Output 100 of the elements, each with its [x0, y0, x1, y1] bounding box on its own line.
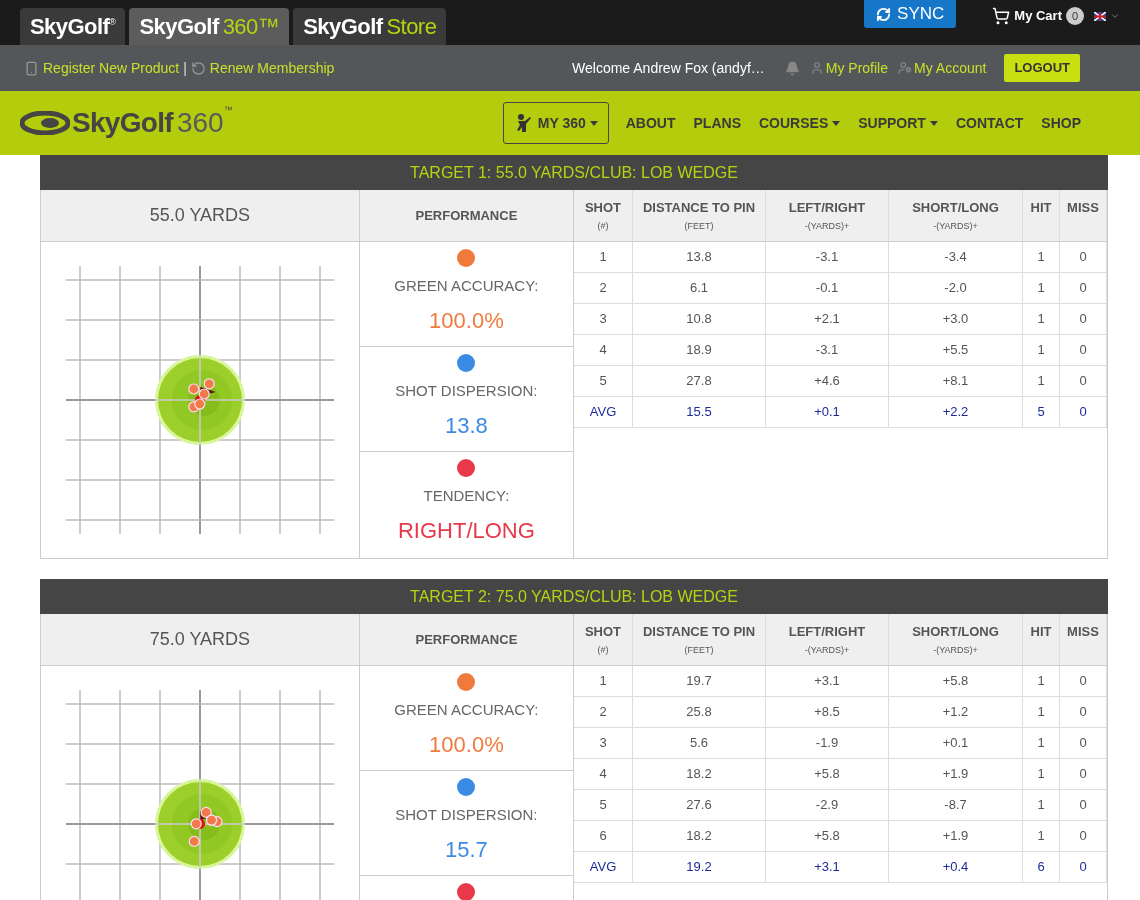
logo-text: SkyGolf [72, 106, 173, 140]
table-cell: +0.4 [889, 852, 1023, 882]
distance-header: 75.0 YARDS [41, 614, 359, 666]
metric-value: 15.7 [445, 835, 488, 864]
table-cell: -8.7 [889, 790, 1023, 820]
table-cell: -2.9 [766, 790, 889, 820]
table-cell: -1.9 [766, 728, 889, 758]
column-title: MISS [1067, 199, 1099, 217]
welcome-text: Welcome Andrew Fox (andyf… [572, 58, 765, 78]
nav-link[interactable]: ABOUT [616, 112, 685, 134]
refresh-icon [190, 60, 206, 76]
column-title: LEFT/RIGHT [788, 199, 866, 217]
table-cell: 6.1 [633, 273, 766, 303]
table-cell: +2.1 [766, 304, 889, 334]
table-cell: 10.8 [633, 304, 766, 334]
table-cell: 0 [1060, 666, 1107, 696]
table-cell: 1 [574, 666, 633, 696]
table-cell: 0 [1060, 728, 1107, 758]
logo-suffix: 360 [176, 106, 224, 140]
table-cell: 19.2 [633, 852, 766, 882]
table-cell: 4 [574, 759, 633, 789]
table-cell: 1 [1023, 666, 1060, 696]
table-cell: 4 [574, 335, 633, 365]
nav-link[interactable]: PLANS [684, 112, 750, 134]
column-title: SHOT [584, 623, 622, 641]
table-cell: +1.9 [889, 759, 1023, 789]
metric-value: 100.0% [429, 730, 504, 759]
table-cell: 2 [574, 697, 633, 727]
account-link[interactable]: Register New Product [24, 57, 180, 79]
column-title: MISS [1067, 623, 1099, 641]
table-cell: 1 [1023, 335, 1060, 365]
column-unit: (FEET) [684, 643, 714, 657]
table-cell: 1 [1023, 273, 1060, 303]
separator: | [183, 58, 187, 78]
caret-icon[interactable] [1110, 11, 1120, 21]
account-link[interactable]: My Profile [809, 57, 888, 79]
table-cell: 1 [1023, 790, 1060, 820]
table-cell: AVG [574, 397, 633, 427]
table-cell: 1 [1023, 697, 1060, 727]
nav-link[interactable]: COURSES [750, 112, 850, 134]
cart-link[interactable]: My Cart [1014, 6, 1062, 26]
metric-label: TENDENCY: [423, 486, 510, 506]
table-cell: 0 [1060, 304, 1107, 334]
table-cell: +5.8 [889, 666, 1023, 696]
metric-label: SHOT DISPERSION: [395, 381, 538, 401]
site-tab[interactable]: SkyGolf Store [293, 8, 447, 45]
nav-link[interactable]: SUPPORT [849, 112, 947, 134]
table-cell: 15.5 [633, 397, 766, 427]
table-cell: 1 [1023, 366, 1060, 396]
account-link[interactable]: My Account [898, 57, 987, 79]
table-cell: 5 [574, 366, 633, 396]
site-tab[interactable]: SkyGolf 360™ [129, 8, 290, 45]
table-cell: 6 [1023, 852, 1060, 882]
column-unit: (FEET) [684, 219, 714, 233]
metric-value: 13.8 [445, 411, 488, 440]
table-cell: +5.5 [889, 335, 1023, 365]
table-cell: 6 [574, 821, 633, 851]
table-cell: 0 [1060, 790, 1107, 820]
sync-button[interactable]: SYNC [864, 0, 957, 28]
nav-link[interactable]: SHOP [1032, 112, 1090, 134]
site-tab[interactable]: SkyGolf® [20, 8, 126, 45]
phone-icon [24, 60, 39, 76]
cart-icon[interactable] [992, 7, 1011, 25]
my360-button[interactable]: MY 360 [502, 102, 609, 144]
table-cell: -2.0 [889, 273, 1023, 303]
table-cell: +0.1 [766, 397, 889, 427]
table-cell: 18.9 [633, 335, 766, 365]
column-title: DISTANCE TO PIN [642, 623, 756, 641]
table-cell: 18.2 [633, 821, 766, 851]
table-cell: -3.1 [766, 242, 889, 272]
column-unit: (#) [597, 643, 609, 657]
flag-icon[interactable] [1094, 11, 1106, 21]
column-unit: (#) [597, 219, 609, 233]
column-title: DISTANCE TO PIN [642, 199, 756, 217]
metric-label: GREEN ACCURACY: [394, 700, 539, 720]
metric-label: SHOT DISPERSION: [395, 805, 538, 825]
table-cell: +4.6 [766, 366, 889, 396]
logout-button[interactable]: LOGOUT [1004, 54, 1080, 82]
table-cell: 27.6 [633, 790, 766, 820]
table-cell: +5.8 [766, 759, 889, 789]
target-title: TARGET 2: 75.0 YARDS/CLUB: LOB WEDGE [40, 579, 1108, 614]
table-cell: 5 [1023, 397, 1060, 427]
table-cell: 0 [1060, 335, 1107, 365]
column-unit: -(YARDS)+ [804, 219, 850, 233]
table-cell: 0 [1060, 397, 1107, 427]
table-cell: 1 [1023, 759, 1060, 789]
table-cell: 3 [574, 304, 633, 334]
performance-header: PERFORMANCE [359, 190, 573, 242]
table-cell: AVG [574, 852, 633, 882]
table-cell: 1 [574, 242, 633, 272]
nav-link[interactable]: CONTACT [946, 112, 1033, 134]
column-title: LEFT/RIGHT [788, 623, 866, 641]
account-link[interactable]: Renew Membership [190, 57, 335, 79]
table-cell: +1.9 [889, 821, 1023, 851]
target-title: TARGET 1: 55.0 YARDS/CLUB: LOB WEDGE [40, 155, 1108, 190]
table-cell: +8.1 [889, 366, 1023, 396]
table-cell: 1 [1023, 304, 1060, 334]
table-cell: +3.1 [766, 666, 889, 696]
table-cell: +1.2 [889, 697, 1023, 727]
table-cell: 18.2 [633, 759, 766, 789]
